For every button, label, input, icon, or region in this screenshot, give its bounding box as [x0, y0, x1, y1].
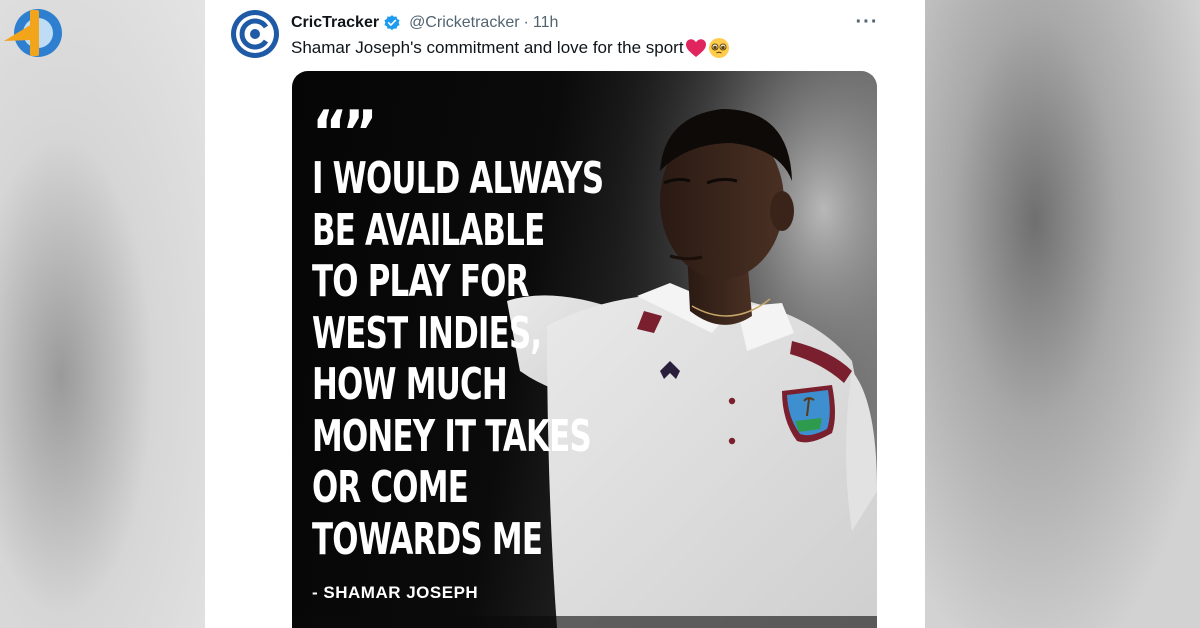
display-name[interactable]: CricTracker: [291, 14, 379, 32]
quote-line: TO PLAY FOR: [312, 256, 529, 307]
avatar[interactable]: [231, 10, 279, 58]
quote-line: MONEY IT TAKES: [312, 410, 592, 462]
handle[interactable]: @Cricketracker: [409, 14, 519, 32]
more-options-icon: ···: [855, 10, 879, 33]
quote-line: OR COME: [312, 462, 469, 513]
tweet-image[interactable]: “” I WOULD ALWAYS BE AVAILABLE TO PLAY F…: [292, 71, 877, 628]
separator: ·: [523, 14, 529, 31]
tweet-card[interactable]: CricTracker @Cricketracker · 11h ··· Sha…: [205, 0, 925, 628]
quote-line: TOWARDS ME: [312, 513, 543, 565]
verified-badge-icon: [384, 15, 400, 31]
crictracker-logo-icon: [236, 15, 274, 53]
quote-line: WEST INDIES,: [312, 307, 542, 359]
quote-text: I WOULD ALWAYS BE AVAILABLE TO PLAY FOR …: [312, 153, 686, 565]
quote-line: I WOULD ALWAYS: [312, 153, 604, 204]
tweet-body: Shamar Joseph's commitment and love for …: [291, 38, 684, 57]
background-right-blur: [925, 0, 1200, 628]
pleading-face-icon: [708, 38, 729, 58]
site-logo: [4, 9, 62, 57]
tweet-text: Shamar Joseph's commitment and love for …: [291, 37, 730, 59]
timestamp[interactable]: 11h: [533, 14, 559, 32]
quote-line: HOW MUCH: [312, 359, 508, 410]
tweet-header: CricTracker @Cricketracker · 11h: [291, 12, 885, 34]
more-options-button[interactable]: ···: [853, 10, 881, 34]
red-heart-icon: [685, 39, 706, 57]
quote-line: BE AVAILABLE: [312, 204, 545, 256]
quote-attribution: - SHAMAR JOSEPH: [312, 583, 479, 602]
background-left-blur: [0, 0, 205, 628]
